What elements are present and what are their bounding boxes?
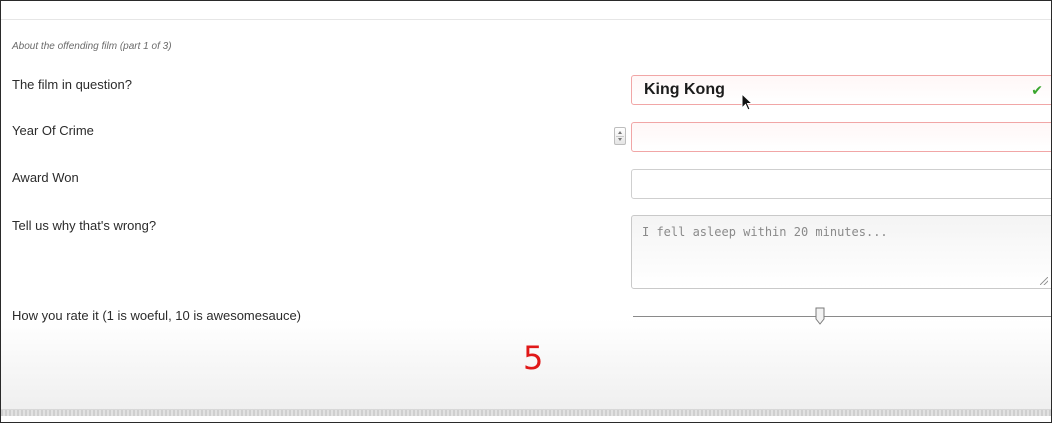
spinner-down-icon[interactable] [618,138,622,141]
award-input[interactable] [631,169,1051,199]
year-input[interactable] [631,122,1051,152]
rating-value: 5 [523,339,544,377]
checkmark-icon: ✔ [1031,82,1043,98]
reason-label: Tell us why that's wrong? [12,218,157,233]
resize-grip-icon[interactable] [1040,277,1048,285]
spinner-up-icon[interactable] [618,131,622,134]
form-window: About the offending film (part 1 of 3) T… [0,0,1052,423]
film-input[interactable]: King Kong ✔ [631,75,1051,105]
slider-thumb[interactable] [815,307,825,325]
year-label: Year Of Crime [12,123,94,138]
film-input-value: King Kong [644,81,725,98]
award-label: Award Won [12,170,79,185]
top-strip [1,1,1051,20]
bottom-border [1,409,1051,416]
mouse-pointer-icon [741,93,754,111]
film-label: The film in question? [12,77,132,92]
reason-textarea[interactable]: I fell asleep within 20 minutes... [631,215,1051,289]
number-spinner-icon[interactable] [614,127,626,145]
rating-label: How you rate it (1 is woeful, 10 is awes… [12,308,302,323]
fieldset-legend: About the offending film (part 1 of 3) [12,41,172,52]
reason-placeholder: I fell asleep within 20 minutes... [642,225,888,239]
rating-slider[interactable] [633,316,1051,317]
